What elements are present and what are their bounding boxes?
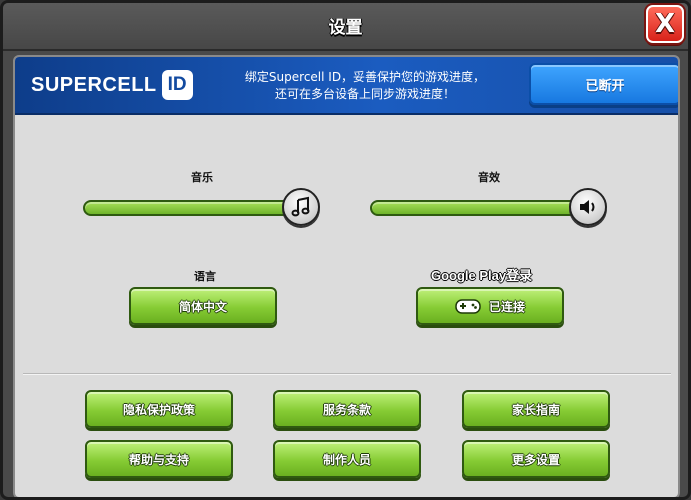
language-label: 语言 [194, 270, 216, 283]
supercell-description: 绑定Supercell ID，妥善保护您的游戏进度， 还可在多台设备上同步游戏进… [215, 69, 515, 103]
parents-guide-button[interactable]: 家长指南 [462, 390, 610, 428]
language-button[interactable]: 简体中文 [129, 287, 277, 325]
supercell-logo-badge: ID [161, 70, 193, 100]
title-bar: 设置 X [3, 3, 688, 51]
music-label: 音乐 [191, 171, 213, 184]
speaker-icon [580, 200, 595, 214]
help-support-button[interactable]: 帮助与支持 [85, 440, 233, 478]
supercell-logo-text: SUPERCELL [31, 73, 157, 96]
music-note-icon [291, 196, 310, 217]
settings-panel: SUPERCELL ID 绑定Supercell ID，妥善保护您的游戏进度， … [13, 55, 680, 497]
gamepad-icon [455, 299, 481, 314]
sfx-slider-track[interactable] [370, 200, 585, 216]
more-settings-button[interactable]: 更多设置 [462, 440, 610, 478]
window-title: 设置 [328, 18, 363, 38]
sfx-slider-knob[interactable] [569, 188, 607, 226]
supercell-description-line1: 绑定Supercell ID，妥善保护您的游戏进度， [244, 70, 486, 84]
supercell-disconnected-button[interactable]: 已断开 [529, 63, 678, 105]
google-play-button-label: 已连接 [488, 299, 525, 314]
music-slider-knob[interactable] [282, 188, 320, 226]
privacy-policy-button[interactable]: 隐私保护政策 [85, 390, 233, 428]
music-slider-track[interactable] [83, 200, 298, 216]
supercell-id-banner: SUPERCELL ID 绑定Supercell ID，妥善保护您的游戏进度， … [15, 57, 678, 115]
sfx-label: 音效 [478, 171, 500, 184]
close-icon: X [654, 9, 676, 39]
supercell-description-line2: 还可在多台设备上同步游戏进度！ [274, 87, 455, 101]
credits-button[interactable]: 制作人员 [273, 440, 421, 478]
supercell-id-logo: SUPERCELL ID [31, 68, 193, 102]
close-button[interactable]: X [646, 5, 684, 43]
section-divider [23, 373, 671, 375]
google-play-connected-button[interactable]: 已连接 [416, 287, 564, 325]
google-play-label: Google Play登录 [431, 268, 533, 283]
settings-window: 设置 X SUPERCELL ID 绑定Supercell ID，妥善保护您的游… [0, 0, 691, 500]
terms-of-service-button[interactable]: 服务条款 [273, 390, 421, 428]
